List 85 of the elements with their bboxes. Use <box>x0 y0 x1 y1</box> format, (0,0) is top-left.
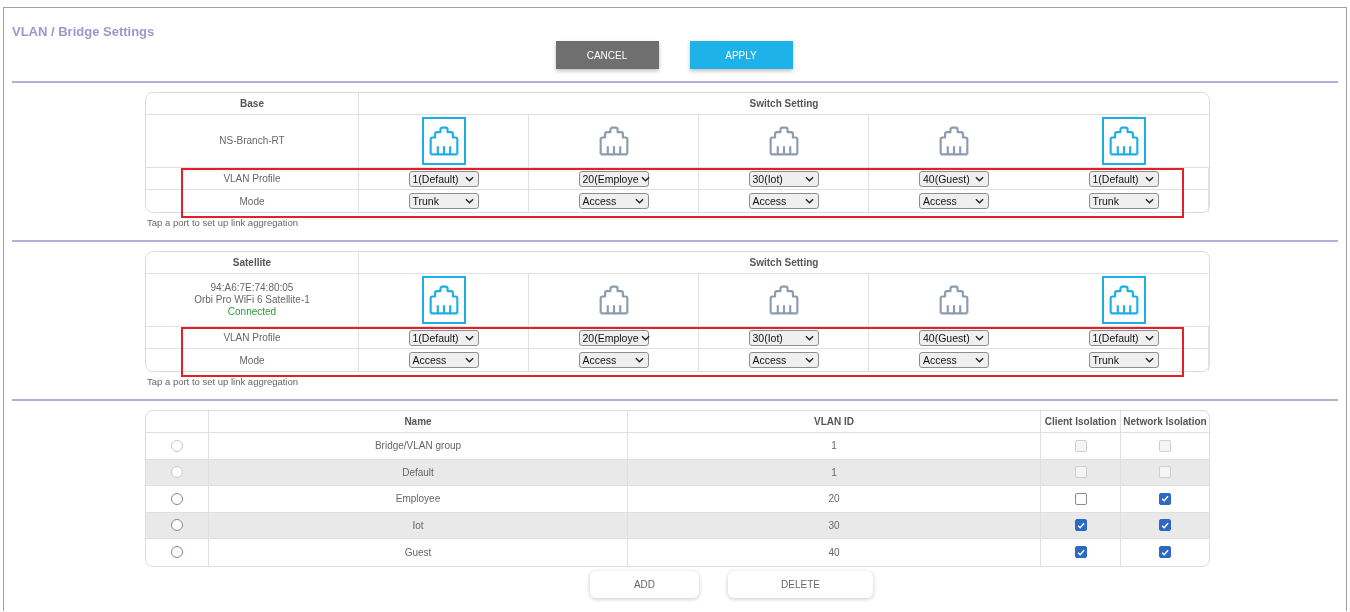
chevron-icon <box>464 357 474 363</box>
dropdown[interactable]: Access <box>578 193 649 209</box>
ethernet-port-icon[interactable] <box>1102 276 1146 324</box>
table-cell: Guest <box>209 539 628 566</box>
dropdown[interactable]: Access <box>748 193 819 209</box>
dropdown[interactable]: Access <box>408 352 479 368</box>
add-button[interactable]: ADD <box>590 570 699 598</box>
row-label: VLAN Profile <box>146 168 359 190</box>
chevron-icon <box>464 334 474 341</box>
chevron-icon <box>975 198 984 204</box>
chevron-icon <box>634 198 644 204</box>
dropdown[interactable]: Access <box>578 352 649 368</box>
dropdown[interactable]: 1(Default) <box>408 329 479 346</box>
hint-text: Tap a port to set up link aggregation <box>147 217 299 228</box>
dropdown[interactable]: 30(Iot) <box>748 329 819 346</box>
dropdown[interactable]: Access <box>919 193 989 209</box>
column-header: Satellite <box>146 252 359 274</box>
device-name: NS-Branch-RT <box>219 135 285 147</box>
chevron-icon <box>804 357 814 363</box>
dropdown[interactable]: 1(Default) <box>1088 170 1159 187</box>
radio-button[interactable] <box>171 492 183 505</box>
table-cell: 1 <box>628 433 1041 460</box>
table-cell: Employee <box>209 486 628 513</box>
dropdown[interactable]: 1(Default) <box>408 170 479 187</box>
page-title: VLAN / Bridge Settings <box>12 24 155 39</box>
device-name: 94:A6:7E:74:80:05 <box>210 282 294 294</box>
chevron-icon <box>464 175 474 182</box>
column-header: Client Isolation <box>1041 411 1121 433</box>
chevron-icon <box>975 357 984 363</box>
column-header: Switch Setting <box>359 93 1209 115</box>
dropdown[interactable]: 20(Employe <box>578 329 649 346</box>
delete-button[interactable]: DELETE <box>728 570 873 598</box>
chevron-icon <box>640 334 650 341</box>
chevron-icon <box>1144 175 1154 182</box>
row-label: Mode <box>146 190 359 212</box>
dropdown[interactable]: Trunk <box>1088 352 1159 368</box>
ethernet-port-icon[interactable] <box>1102 117 1146 165</box>
chevron-icon <box>804 175 814 182</box>
checkbox[interactable] <box>1159 492 1171 505</box>
chevron-icon <box>634 357 644 363</box>
table-cell: Default <box>209 459 628 486</box>
checkbox[interactable] <box>1074 519 1087 532</box>
chevron-icon <box>640 175 650 182</box>
cancel-button[interactable]: CANCEL <box>555 41 659 69</box>
row-label: VLAN Profile <box>146 327 359 349</box>
radio-button[interactable] <box>171 519 183 532</box>
chevron-icon <box>464 198 474 204</box>
chevron-icon <box>1144 357 1154 363</box>
chevron-icon <box>804 334 814 341</box>
checkbox[interactable] <box>1159 519 1171 532</box>
table-cell: 20 <box>628 486 1041 513</box>
column-header: Network Isolation <box>1121 411 1209 433</box>
ethernet-port-icon[interactable] <box>421 117 466 165</box>
radio-button[interactable] <box>171 546 183 559</box>
table-cell: Bridge/VLAN group <box>209 433 628 460</box>
hint-text: Tap a port to set up link aggregation <box>147 376 299 387</box>
column-header: Name <box>209 411 628 433</box>
checkbox[interactable] <box>1159 546 1171 559</box>
table-cell: 1 <box>628 459 1041 486</box>
dropdown[interactable]: Trunk <box>408 193 479 209</box>
column-header: Base <box>146 93 359 115</box>
chevron-icon <box>975 175 984 182</box>
column-header: Switch Setting <box>359 252 1209 274</box>
column-header: VLAN ID <box>628 411 1041 433</box>
ethernet-port-icon[interactable] <box>421 276 466 324</box>
dropdown[interactable]: 30(Iot) <box>748 170 819 187</box>
dropdown[interactable]: 40(Guest) <box>919 329 989 346</box>
status-text: Connected <box>227 306 277 318</box>
table-cell: Iot <box>209 512 628 539</box>
dropdown[interactable]: Access <box>919 352 989 368</box>
dropdown[interactable]: Trunk <box>1088 193 1159 209</box>
table-cell: 30 <box>628 512 1041 539</box>
dropdown[interactable]: Access <box>748 352 819 368</box>
table-cell: 40 <box>628 539 1041 566</box>
row-label: Mode <box>146 349 359 371</box>
chevron-icon <box>1144 334 1154 341</box>
checkbox[interactable] <box>1074 492 1087 505</box>
dropdown[interactable]: 40(Guest) <box>919 170 989 187</box>
dropdown[interactable]: 20(Employe <box>578 170 649 187</box>
device-name: Orbi Pro WiFi 6 Satellite-1 <box>194 294 310 306</box>
dropdown[interactable]: 1(Default) <box>1088 329 1159 346</box>
chevron-icon <box>804 198 814 204</box>
chevron-icon <box>1144 198 1154 204</box>
checkbox[interactable] <box>1074 546 1087 559</box>
chevron-icon <box>975 334 984 341</box>
